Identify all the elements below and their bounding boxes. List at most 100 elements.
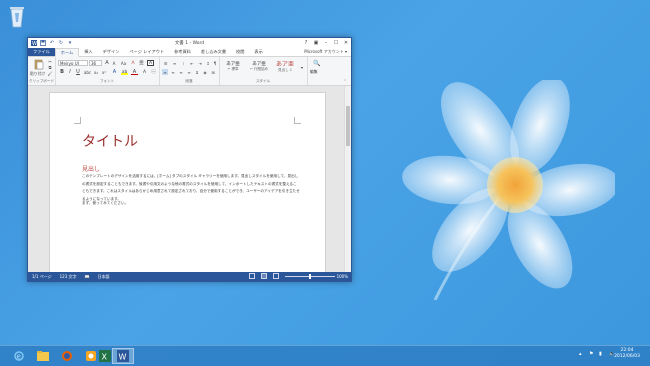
- highlight-icon[interactable]: ab: [121, 69, 128, 75]
- superscript-icon[interactable]: x²: [101, 69, 107, 75]
- borders-icon[interactable]: ⊞: [210, 69, 216, 75]
- word-count[interactable]: 123 文字: [56, 274, 81, 280]
- window-controls: ? ▣ – ☐ ✕: [301, 38, 351, 47]
- cut-icon[interactable]: ✂: [47, 59, 53, 64]
- tab-review[interactable]: 校閲: [231, 48, 249, 56]
- align-center-icon[interactable]: ≡: [170, 69, 176, 75]
- multilevel-list-icon[interactable]: ⁝: [180, 60, 187, 66]
- style-normal[interactable]: あア亜 ↵ 標準: [222, 59, 244, 76]
- show-marks-icon[interactable]: ¶: [212, 60, 218, 66]
- text-effects-icon[interactable]: A: [111, 69, 118, 75]
- tab-view[interactable]: 表示: [249, 48, 267, 56]
- flag-icon[interactable]: ⚑: [589, 352, 594, 357]
- word-window: W ↶ ↻ ▾ 文書 1 - Word ? ▣ – ☐ ✕ ファイル ホーム 挿…: [27, 37, 352, 282]
- clock[interactable]: 22:04 2012/06/03: [614, 348, 640, 360]
- zoom-slider[interactable]: [285, 274, 335, 279]
- editing-button[interactable]: 編集: [310, 69, 318, 75]
- clear-format-button[interactable]: A: [130, 60, 136, 66]
- zoom-level[interactable]: 100%: [337, 274, 348, 279]
- recycle-bin-icon[interactable]: [8, 4, 26, 28]
- enclose-characters-icon[interactable]: ㊀: [150, 69, 157, 75]
- show-hidden-icons-icon[interactable]: ▴: [579, 352, 584, 357]
- document-body-2[interactable]: まず、使ってみてください。: [82, 201, 128, 206]
- font-name-select[interactable]: Meiryo UI: [58, 60, 88, 66]
- format-painter-icon[interactable]: 🖌: [47, 71, 53, 76]
- internet-explorer-icon[interactable]: e: [8, 348, 30, 364]
- tab-home[interactable]: ホーム: [54, 47, 80, 57]
- sort-icon[interactable]: ↕: [205, 60, 211, 66]
- proofing-icon[interactable]: 📖: [81, 274, 94, 279]
- document-page[interactable]: タイトル 見出し このテンプレートのデザインを活用するには、[ホーム] タブのス…: [49, 92, 326, 281]
- font-group-label: フォント: [99, 79, 115, 83]
- grow-font-button[interactable]: A: [104, 60, 110, 66]
- tab-page-layout[interactable]: ページ レイアウト: [124, 48, 169, 56]
- page-count[interactable]: 1/1 ページ: [28, 274, 56, 280]
- tab-design[interactable]: デザイン: [98, 48, 125, 56]
- copy-icon[interactable]: ⧉: [47, 65, 53, 70]
- align-right-icon[interactable]: ≡: [178, 69, 184, 75]
- wallpaper-flower: [402, 80, 615, 300]
- ribbon-display-options-icon[interactable]: ▣: [311, 38, 321, 47]
- save-icon[interactable]: [40, 40, 46, 46]
- shading-icon[interactable]: ◈: [202, 69, 208, 75]
- web-layout-icon[interactable]: [273, 273, 279, 279]
- print-layout-icon[interactable]: [261, 273, 267, 279]
- decrease-indent-icon[interactable]: ⇤: [189, 60, 195, 66]
- network-icon[interactable]: ▮: [599, 352, 604, 357]
- paste-icon[interactable]: [33, 59, 45, 70]
- help-button[interactable]: ?: [301, 38, 311, 47]
- align-left-icon[interactable]: ≡: [162, 69, 168, 75]
- vertical-scrollbar[interactable]: [344, 86, 351, 272]
- quick-access-toolbar: W ↶ ↻ ▾: [28, 40, 73, 46]
- style-no-spacing[interactable]: あア亜 ↵ 行間詰め: [248, 59, 270, 76]
- tab-file[interactable]: ファイル: [28, 48, 55, 56]
- paste-label[interactable]: 貼り付け: [30, 71, 45, 77]
- phonetic-guide-icon[interactable]: 亜: [138, 60, 145, 66]
- document-title[interactable]: タイトル: [82, 131, 138, 151]
- character-border-icon[interactable]: A: [147, 60, 154, 66]
- subscript-icon[interactable]: x₂: [93, 69, 99, 75]
- font-color-icon[interactable]: A: [131, 69, 138, 75]
- document-heading[interactable]: 見出し: [82, 164, 100, 173]
- shrink-font-button[interactable]: A: [111, 60, 117, 66]
- customize-qat-icon[interactable]: ▾: [67, 40, 73, 46]
- numbering-icon[interactable]: ≡: [171, 60, 178, 66]
- bold-button[interactable]: B: [59, 69, 65, 75]
- word-taskbar-icon[interactable]: W: [112, 348, 134, 364]
- minimize-button[interactable]: –: [321, 38, 331, 47]
- change-case-button[interactable]: Aa: [119, 60, 128, 66]
- redo-icon[interactable]: ↻: [58, 40, 64, 46]
- italic-button[interactable]: I: [67, 69, 73, 75]
- read-mode-icon[interactable]: [249, 273, 255, 279]
- font-size-select[interactable]: 36: [89, 60, 102, 66]
- bullets-icon[interactable]: ☰: [162, 60, 169, 66]
- clock-date: 2012/06/03: [614, 354, 640, 359]
- line-spacing-icon[interactable]: ↨: [194, 69, 200, 75]
- tab-insert[interactable]: 挿入: [79, 48, 97, 56]
- tab-references[interactable]: 参考資料: [169, 48, 196, 56]
- tab-mailings[interactable]: 差し込み文書: [196, 48, 231, 56]
- close-button[interactable]: ✕: [341, 38, 351, 47]
- find-icon[interactable]: 🔍: [311, 59, 323, 68]
- justify-icon[interactable]: ≡: [186, 69, 192, 75]
- firefox-icon[interactable]: [56, 348, 78, 364]
- file-explorer-icon[interactable]: [32, 348, 54, 364]
- underline-button[interactable]: U: [75, 69, 81, 75]
- language-indicator[interactable]: 日本語: [94, 274, 114, 280]
- zoom-slider-thumb[interactable]: [309, 274, 311, 279]
- maximize-button[interactable]: ☐: [331, 38, 341, 47]
- character-shading-icon[interactable]: A: [141, 69, 148, 75]
- styles-more-icon[interactable]: ▾: [299, 59, 305, 75]
- collapse-ribbon-icon[interactable]: ˄: [342, 79, 348, 84]
- scroll-thumb[interactable]: [346, 106, 350, 146]
- system-tray: ▴ ⚑ ▮ 🔈: [579, 352, 615, 357]
- document-body[interactable]: このテンプレートのデザインを活用するには、[ホーム] タブのスタイル ギャラリー…: [82, 173, 300, 203]
- taskbar: e X W ▴ ⚑ ▮ 🔈 22:04 2012/06/03: [0, 345, 650, 366]
- undo-icon[interactable]: ↶: [49, 40, 55, 46]
- strikethrough-icon[interactable]: abc: [84, 69, 91, 75]
- svg-text:W: W: [119, 353, 127, 362]
- font-group: Meiryo UI 36 A A Aa A 亜 A B I U abc x₂ x…: [55, 57, 160, 85]
- account-button[interactable]: Microsoft アカウント ▾: [304, 48, 347, 56]
- style-heading-1[interactable]: あア亜 見出し 1: [274, 59, 296, 76]
- increase-indent-icon[interactable]: ⇥: [197, 60, 203, 66]
